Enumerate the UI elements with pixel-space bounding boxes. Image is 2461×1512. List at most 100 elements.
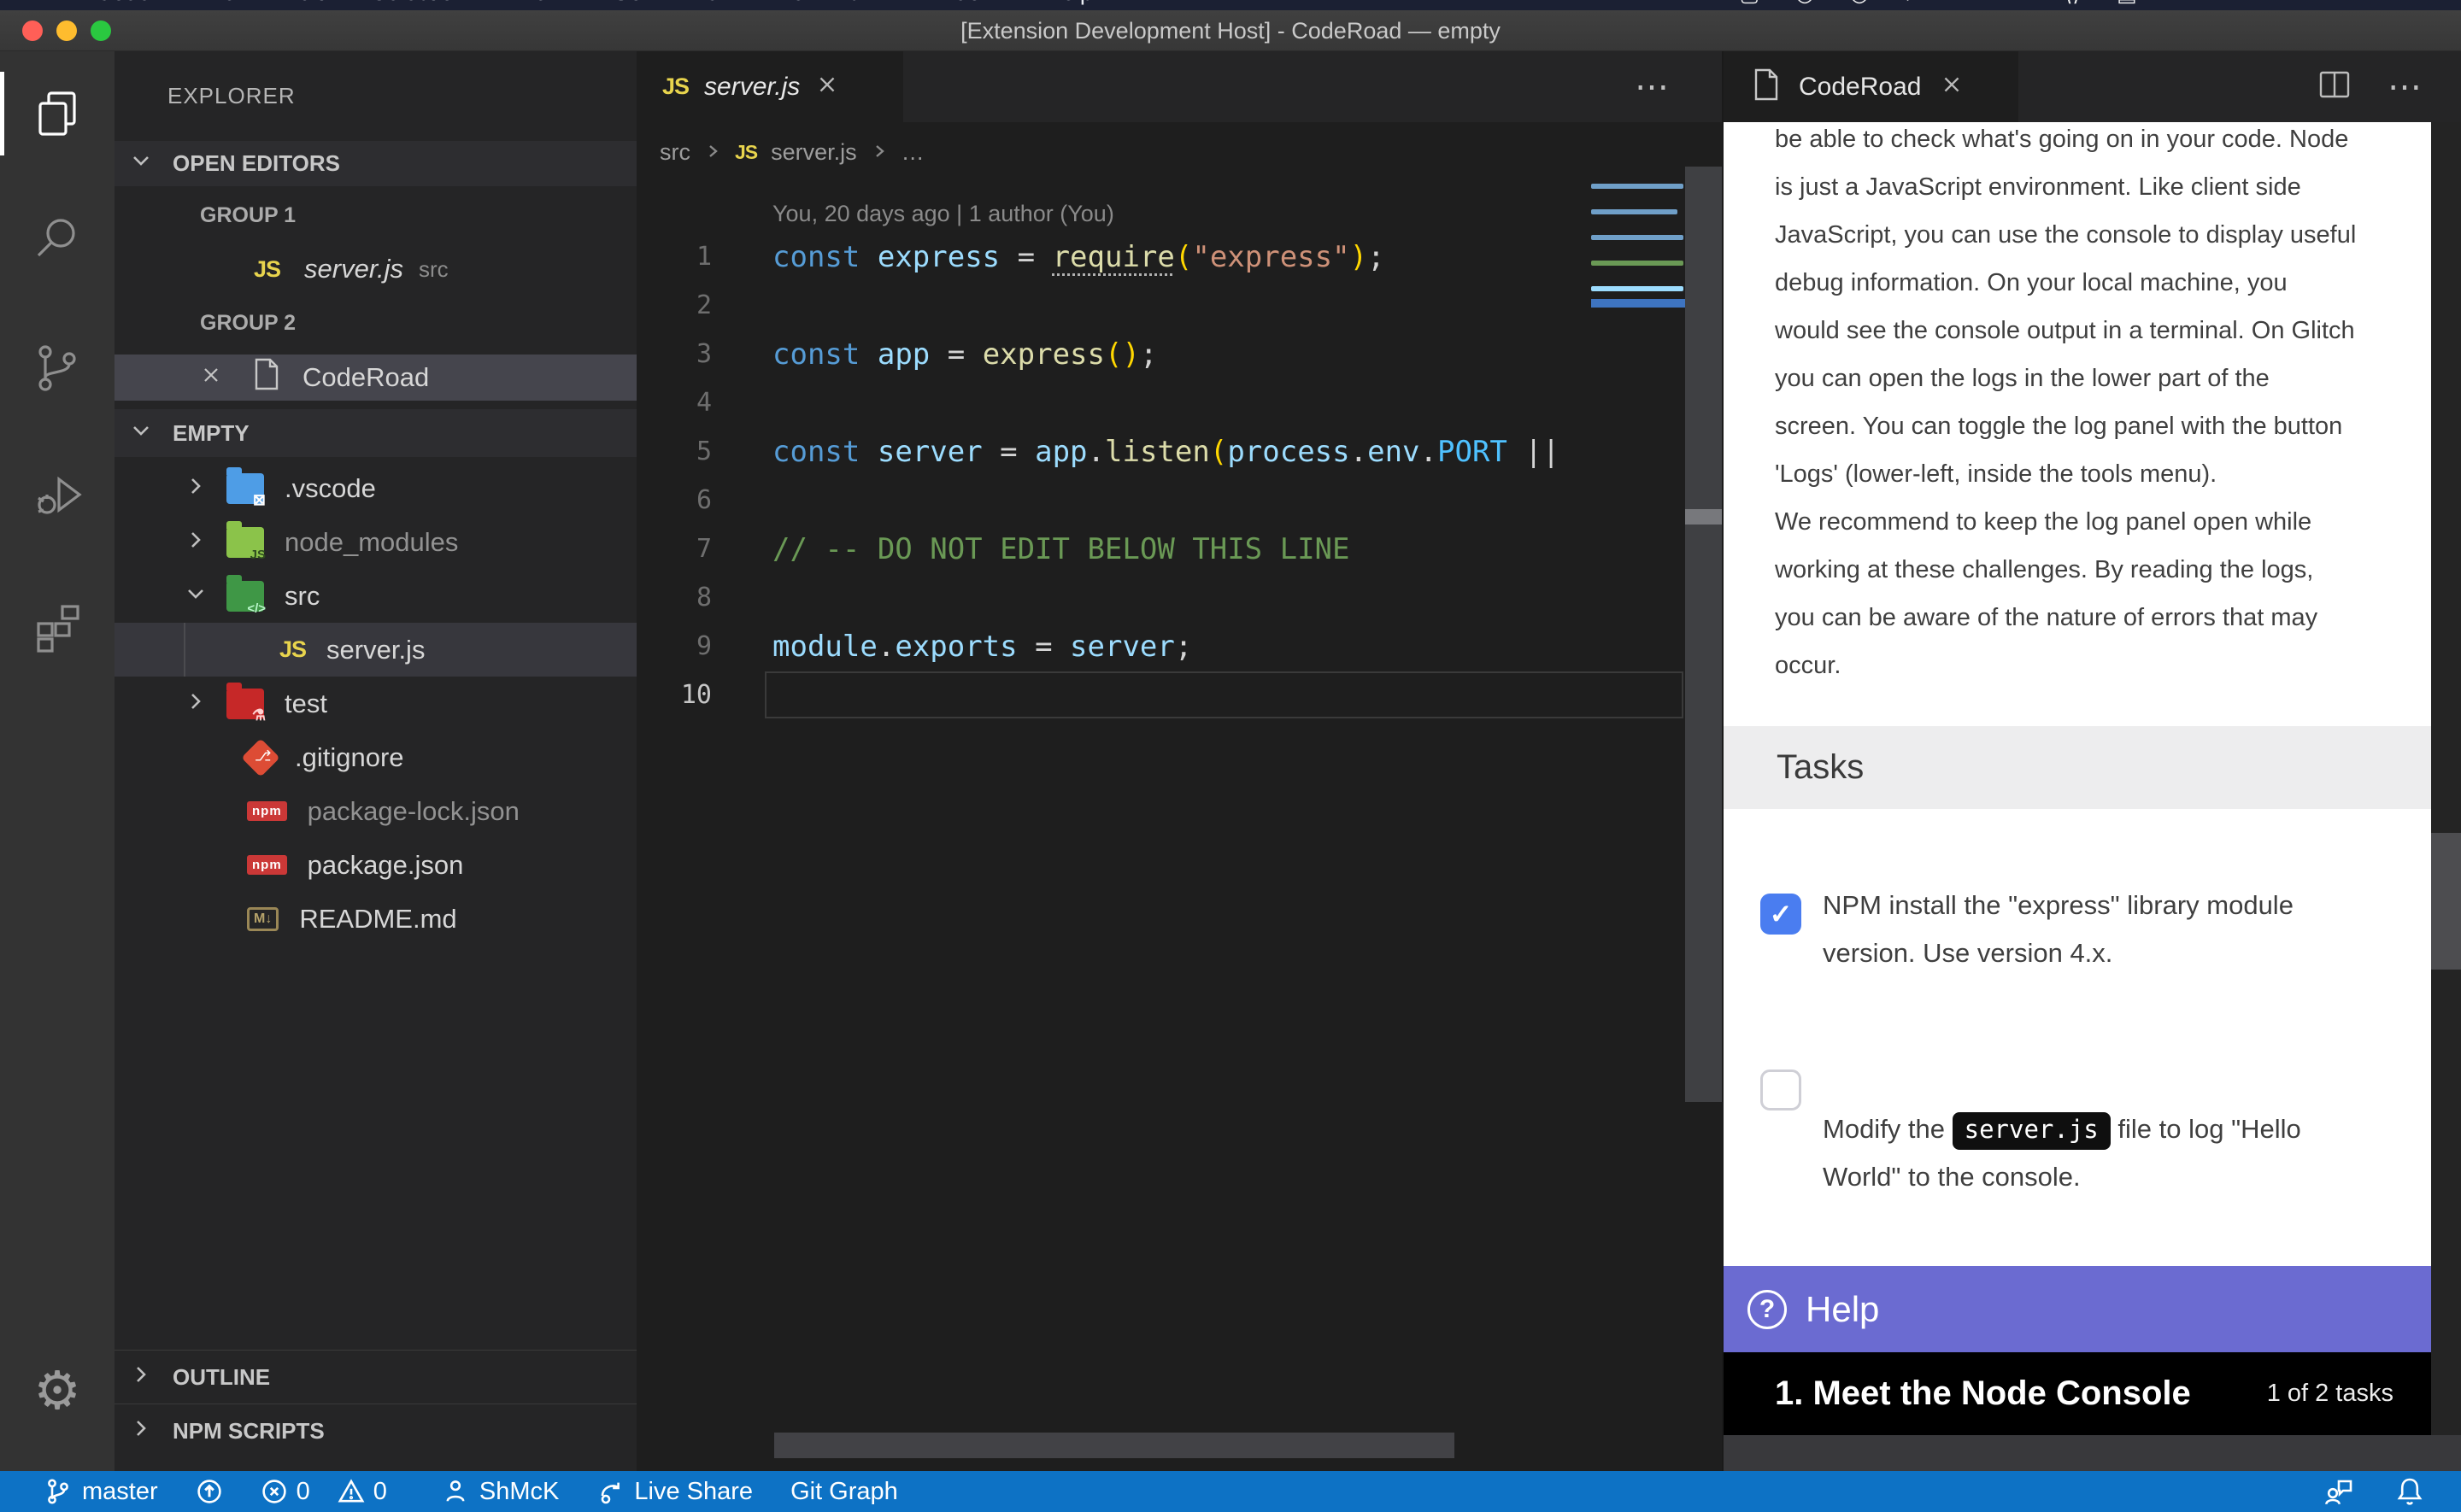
menu-item[interactable]: Edit (284, 0, 324, 6)
liveshare-account-item[interactable]: ShMcK (442, 1478, 559, 1506)
git-graph-item[interactable]: Git Graph (790, 1478, 898, 1506)
source-control-icon[interactable] (0, 321, 115, 415)
code-line-4[interactable]: 4 (637, 378, 1722, 427)
minimap-line (1591, 286, 1683, 291)
lesson-footer[interactable]: 1. Meet the Node Console 1 of 2 tasks (1724, 1352, 2433, 1435)
editor-scrollbar-track[interactable] (1685, 167, 1722, 1102)
menu-status-icon[interactable]: ▢ (1740, 0, 1760, 7)
task2-text: Modify the server.js file to log "Hello … (1823, 1058, 2421, 1201)
tree-item-label: node_modules (285, 527, 458, 558)
folder-section-header[interactable]: EMPTY (115, 409, 637, 457)
minimap[interactable] (1591, 184, 1685, 337)
task2-checkbox-unchecked[interactable] (1760, 1070, 1801, 1111)
code-line-10[interactable]: 10 (637, 671, 1722, 719)
feedback-icon[interactable] (2323, 1476, 2353, 1507)
publish-changes-item[interactable] (196, 1478, 223, 1505)
close-icon[interactable] (1940, 73, 1964, 101)
tree-item--vscode[interactable]: ⊠.vscode (115, 461, 637, 515)
menu-item[interactable]: Run (690, 0, 733, 6)
help-bar[interactable]: ? Help (1724, 1266, 2433, 1352)
editor-actions-more-icon[interactable]: ⋯ (1635, 51, 1672, 122)
settings-gear-icon[interactable]: ⚙ (0, 1345, 115, 1439)
minimap-line (1591, 184, 1683, 189)
menu-item[interactable]: Go (612, 0, 643, 6)
code-line-2[interactable]: 2 (637, 281, 1722, 330)
split-editor-icon[interactable] (2319, 71, 2350, 103)
warning-icon (338, 1478, 365, 1505)
menu-item[interactable]: Window (915, 0, 997, 6)
open-editor-coderoad[interactable]: CodeRoad (115, 355, 637, 401)
menu-status-icon[interactable]: ≡ (2423, 0, 2435, 7)
js-icon: JS (279, 636, 306, 663)
problems-item[interactable]: 0 0 (261, 1478, 404, 1506)
editor-scrollbar-thumb[interactable] (1685, 509, 1722, 525)
open-editor-serverjs[interactable]: JS server.js src (115, 246, 637, 292)
code-line-3[interactable]: 3const app = express(); (637, 330, 1722, 378)
code-line-8[interactable]: 8 (637, 573, 1722, 622)
tree-item-label: .gitignore (295, 742, 404, 773)
inline-code-chip: server.js (1953, 1112, 2111, 1150)
tree-item-readme-md[interactable]: M↓README.md (115, 892, 637, 946)
menu-status-icon[interactable]: ⌁ (2016, 0, 2029, 7)
tree-item-server-js[interactable]: JSserver.js (115, 623, 637, 677)
run-debug-icon[interactable] (0, 449, 115, 543)
code-line-9[interactable]: 9module.exports = server; (637, 622, 1722, 671)
menu-status-icon[interactable]: ➤ (1905, 0, 1923, 7)
vscode-folder-icon: ⊠ (226, 473, 264, 504)
menu-item[interactable]: Selection (372, 0, 467, 6)
error-icon (261, 1478, 288, 1505)
open-editor-label: server.js (304, 254, 403, 284)
menu-item[interactable]: Help (1045, 0, 1093, 6)
line-number: 1 (637, 242, 712, 272)
editor-horizontal-scrollbar[interactable] (774, 1433, 1454, 1458)
menu-status-icon[interactable]: ◑ (2374, 0, 2387, 7)
task1-checkbox-checked[interactable]: ✓ (1760, 894, 1801, 935)
explorer-sidebar: EXPLORER OPEN EDITORS GROUP 1 JS server.… (115, 51, 637, 1471)
markdown-icon: M↓ (247, 907, 279, 931)
panel-more-icon[interactable]: ⋯ (2388, 67, 2425, 107)
code-line-6[interactable]: 6 (637, 476, 1722, 525)
tree-item-src[interactable]: </>src (115, 569, 637, 623)
menu-item[interactable]: Code (96, 0, 151, 6)
code-line-7[interactable]: 7// -- DO NOT EDIT BELOW THIS LINE (637, 525, 1722, 573)
tree-item--gitignore[interactable]: ⎇.gitignore (115, 730, 637, 784)
git-branch-item[interactable]: master (44, 1478, 158, 1506)
menu-item[interactable]: File (199, 0, 237, 6)
search-icon[interactable] (0, 191, 115, 285)
close-icon[interactable] (200, 362, 222, 393)
menu-status-icon[interactable]: ◎ (1795, 0, 1814, 7)
chevron-right-icon (130, 1363, 152, 1392)
tab-coderoad[interactable]: CodeRoad (1724, 51, 2018, 122)
menu-status-icon[interactable]: ⟨⟩ (2065, 0, 2082, 7)
code-editor[interactable]: 1const express = require("express");23co… (637, 232, 1722, 719)
menu-status-icon[interactable]: Sat 9:45 PM (2173, 0, 2291, 7)
live-share-item[interactable]: Live Share (596, 1478, 753, 1506)
chevron-right-icon (185, 527, 207, 558)
npm-scripts-section[interactable]: NPM SCRIPTS (115, 1404, 637, 1457)
code-line-5[interactable]: 5const server = app.listen(process.env.P… (637, 427, 1722, 476)
code-line-1[interactable]: 1const express = require("express"); (637, 232, 1722, 281)
menu-item[interactable]: Terminal (780, 0, 867, 6)
webview-horizontal-scrollbar[interactable] (1724, 1435, 2461, 1471)
tree-item-test[interactable]: ⚗test (115, 677, 637, 730)
menu-status-icon[interactable]: ▲ (1959, 0, 1980, 7)
explorer-icon[interactable] (0, 67, 115, 161)
close-icon[interactable] (815, 73, 839, 101)
extensions-icon[interactable] (0, 580, 115, 674)
menu-status-icon[interactable]: ▤ (2117, 0, 2137, 7)
menu-status-icon[interactable]: ⌕ (2326, 0, 2338, 7)
chevron-down-icon (185, 581, 207, 612)
bell-icon[interactable] (2394, 1476, 2425, 1507)
menu-status-icon[interactable]: ◎ (1850, 0, 1869, 7)
webview-scrollbar-track[interactable] (2431, 122, 2461, 1435)
webview-scrollbar-thumb[interactable] (2431, 833, 2461, 970)
breadcrumb[interactable]: src JS server.js … (660, 122, 925, 182)
outline-section[interactable]: OUTLINE (115, 1350, 637, 1404)
menu-item[interactable]: View (514, 0, 564, 6)
tree-item-package-lock-json[interactable]: npmpackage-lock.json (115, 784, 637, 838)
tree-item-package-json[interactable]: npmpackage.json (115, 838, 637, 892)
open-editors-header[interactable]: OPEN EDITORS (115, 141, 637, 186)
js-icon: JS (662, 73, 689, 100)
tree-item-node-modules[interactable]: JSnode_modules (115, 515, 637, 569)
tab-serverjs[interactable]: JS server.js (637, 51, 903, 122)
